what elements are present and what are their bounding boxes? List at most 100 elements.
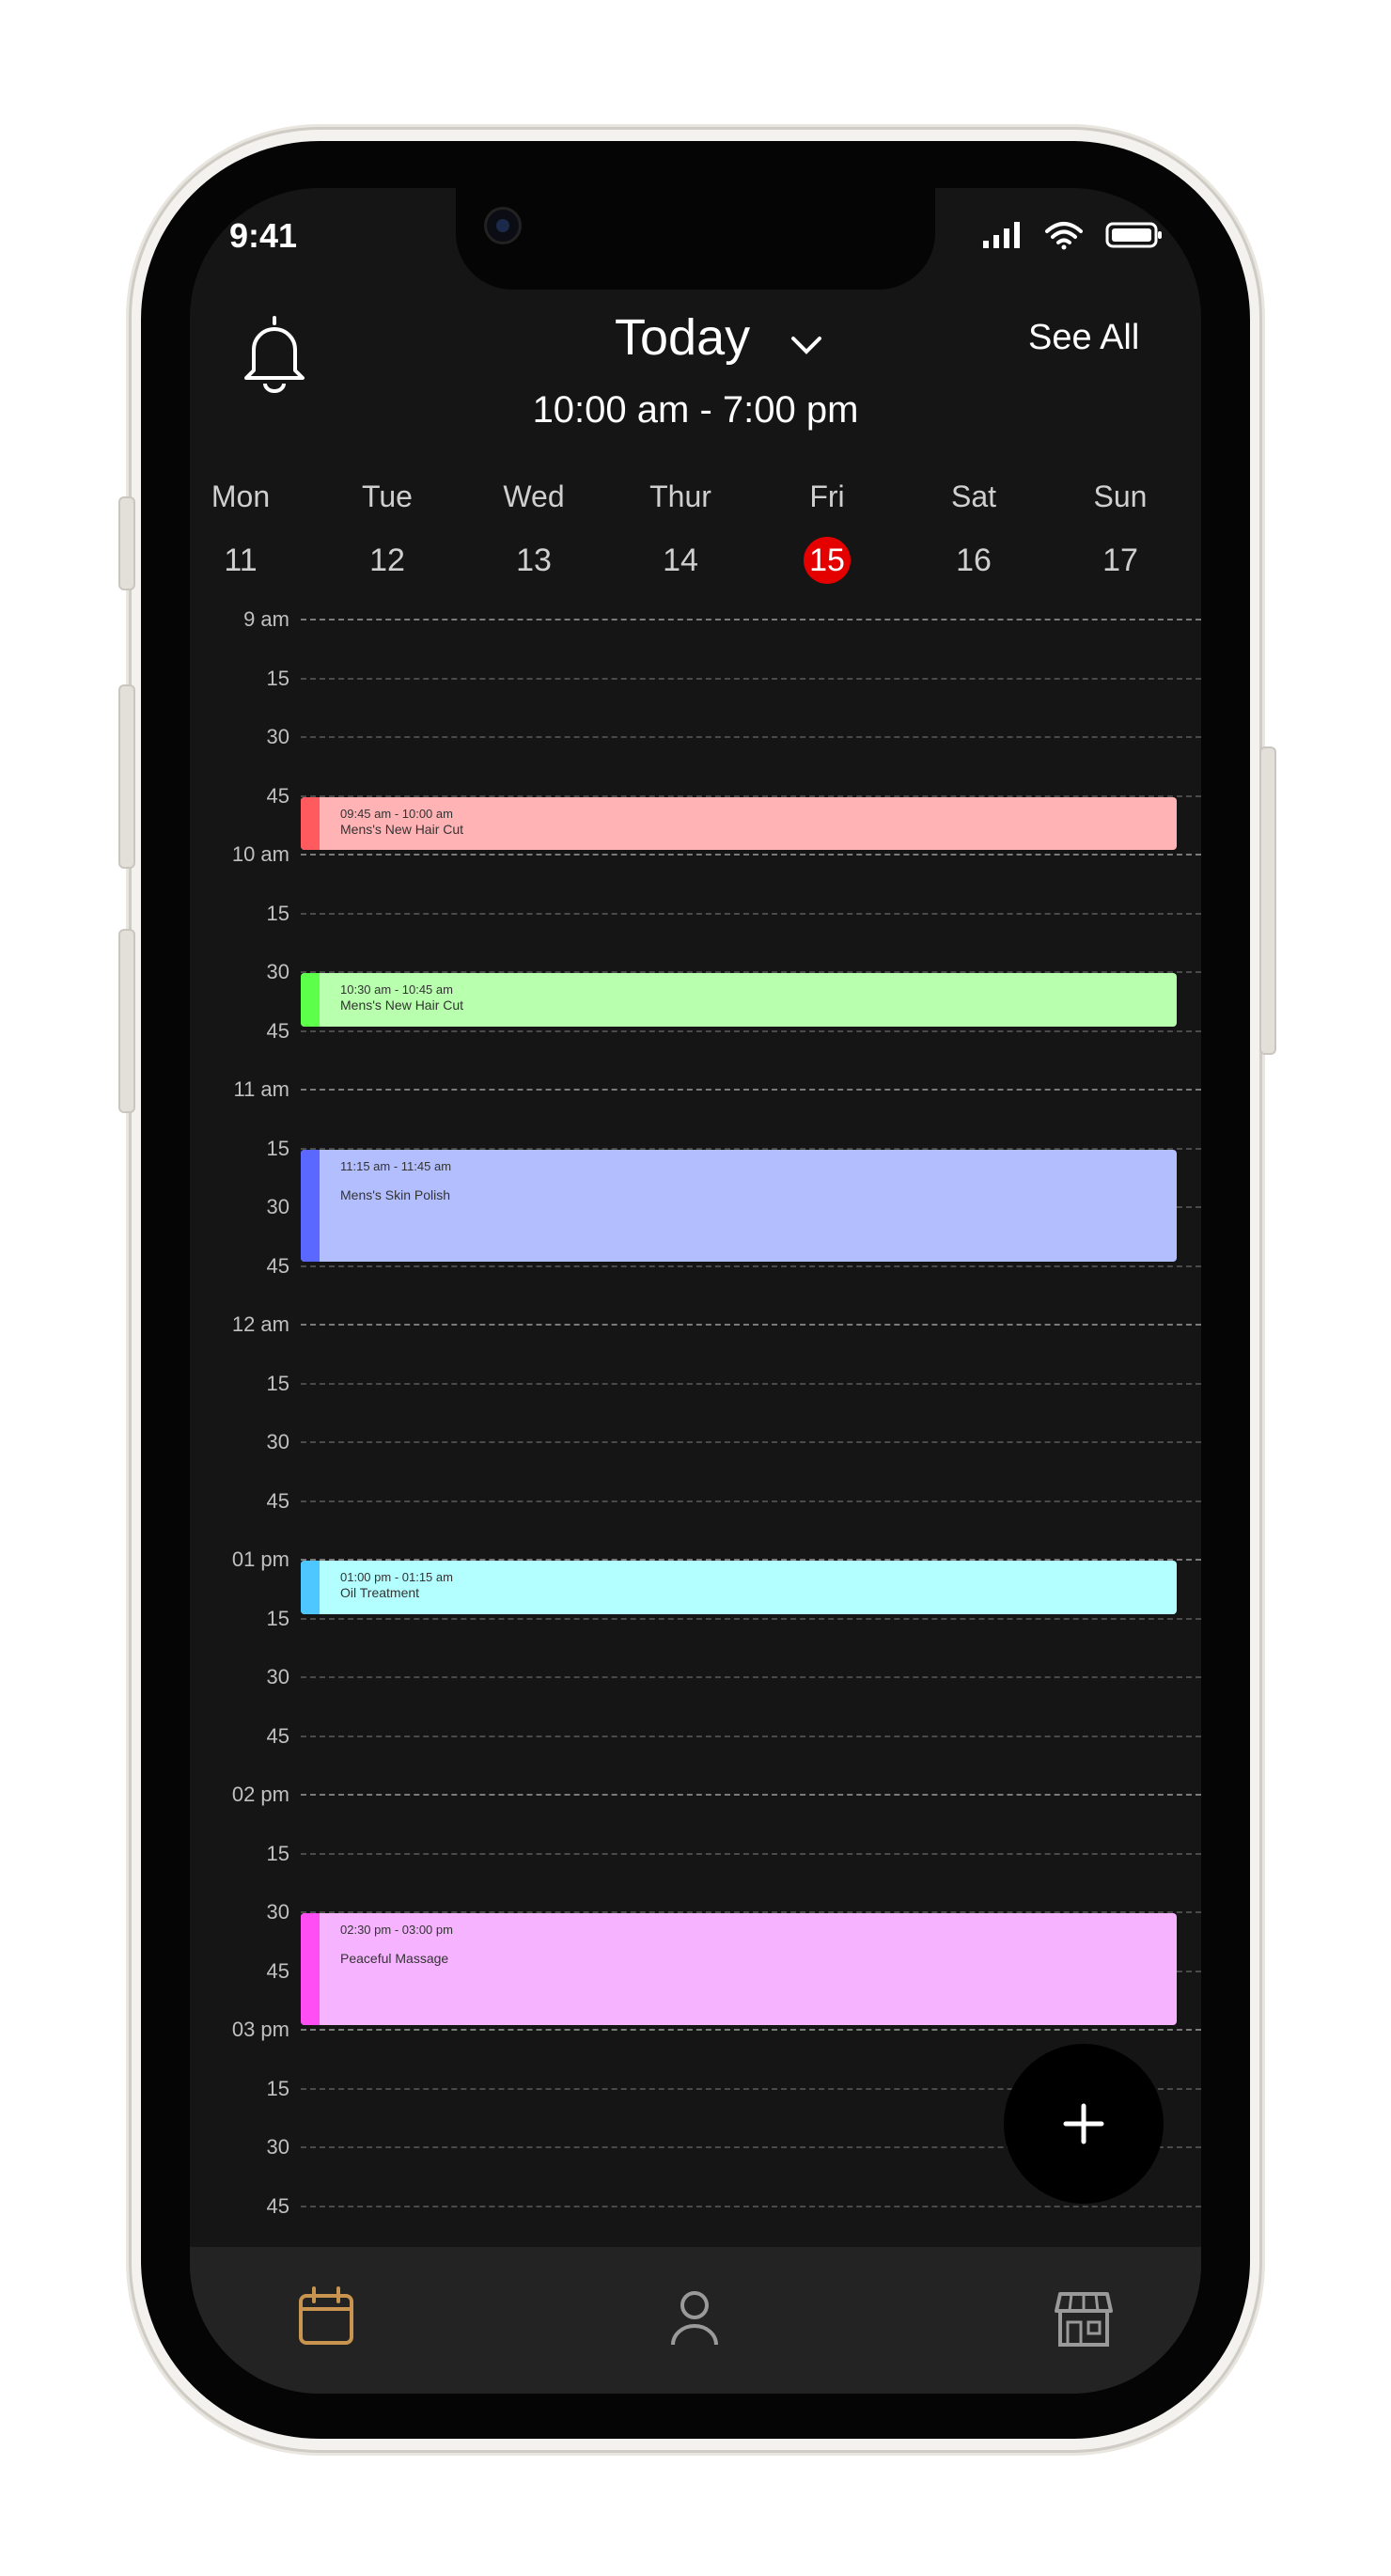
appointment-color-bar xyxy=(301,796,320,850)
appointment-card[interactable]: 11:15 am - 11:45 am Mens's Skin Polish xyxy=(301,1149,1177,1262)
appointment-title: Peaceful Massage xyxy=(340,1951,449,1966)
appointment-time: 09:45 am - 10:00 am xyxy=(340,806,453,821)
time-label: 30 xyxy=(266,725,289,748)
appointment-title: Mens's New Hair Cut xyxy=(340,821,464,837)
day-name: Fri xyxy=(809,479,845,513)
time-label: 45 xyxy=(266,1488,289,1513)
appointment-time: 10:30 am - 10:45 am xyxy=(340,982,453,997)
time-gridline xyxy=(301,1852,1201,1855)
time-slot: 30 xyxy=(190,1430,1201,1479)
time-slot: 45 xyxy=(190,1019,1201,1068)
time-label: 30 xyxy=(266,1430,289,1453)
day-number: 13 xyxy=(516,542,552,578)
chevron-down-icon[interactable] xyxy=(788,327,825,361)
day-wed[interactable]: Wed 13 xyxy=(477,479,590,584)
front-camera xyxy=(484,207,522,244)
appointment-card[interactable]: 02:30 pm - 03:00 pm Peaceful Massage xyxy=(301,1913,1177,2025)
time-slot: 15 xyxy=(190,1372,1201,1421)
add-appointment-button[interactable] xyxy=(1004,2044,1164,2204)
day-fri[interactable]: Fri 15 xyxy=(771,479,883,584)
calendar-icon[interactable] xyxy=(293,2285,359,2350)
time-slot: 45 xyxy=(190,1724,1201,1773)
appointment-time: 01:00 pm - 01:15 am xyxy=(340,1570,453,1584)
time-slot: 30 xyxy=(190,1665,1201,1714)
time-gridline xyxy=(301,736,1201,738)
time-label: 45 xyxy=(266,1018,289,1043)
day-sat[interactable]: Sat 16 xyxy=(917,479,1030,584)
day-mon[interactable]: Mon 11 xyxy=(190,479,297,584)
time-gridline xyxy=(301,1324,1201,1326)
time-gridline xyxy=(301,677,1201,680)
see-all-button[interactable]: See All xyxy=(1028,318,1139,358)
time-slot: 15 xyxy=(190,667,1201,715)
time-label: 01 pm xyxy=(231,1547,289,1571)
time-gridline xyxy=(301,1500,1201,1502)
time-label: 15 xyxy=(266,1841,289,1865)
time-label: 45 xyxy=(266,1723,289,1748)
time-gridline xyxy=(301,2029,1201,2031)
time-gridline xyxy=(301,1441,1201,1443)
appointment-title: Mens's Skin Polish xyxy=(340,1186,451,1202)
day-thur[interactable]: Thur 14 xyxy=(624,479,737,584)
time-label: 15 xyxy=(266,1606,289,1630)
appointment-card[interactable]: 09:45 am - 10:00 am Mens's New Hair Cut xyxy=(301,796,1177,850)
time-slot: 15 xyxy=(190,1607,1201,1656)
time-gridline xyxy=(301,1676,1201,1678)
day-number: 14 xyxy=(663,542,698,578)
day-tue[interactable]: Tue 12 xyxy=(331,479,444,584)
notch xyxy=(456,188,935,290)
appointment-color-bar xyxy=(301,1913,320,2025)
appointment-card[interactable]: 01:00 pm - 01:15 am Oil Treatment xyxy=(301,1561,1177,1614)
time-gridline xyxy=(301,619,1201,620)
day-number: 12 xyxy=(369,542,405,578)
time-slot: 45 xyxy=(190,1254,1201,1303)
time-gridline xyxy=(301,1264,1201,1267)
appointment-color-bar xyxy=(301,1561,320,1614)
time-gridline xyxy=(301,1735,1201,1737)
time-slot: 11 am xyxy=(190,1077,1201,1126)
appointment-color-bar xyxy=(301,1149,320,1262)
volume-down-button xyxy=(118,929,135,1113)
mute-switch xyxy=(118,496,135,590)
time-slot: 45 xyxy=(190,2194,1201,2243)
day-name: Wed xyxy=(503,479,565,513)
wifi-icon xyxy=(1045,222,1083,250)
day-name: Sun xyxy=(1093,479,1148,513)
time-label: 30 xyxy=(266,1665,289,1689)
bell-icon[interactable] xyxy=(237,310,312,395)
status-time: 9:41 xyxy=(229,216,298,255)
day-number-selected: 15 xyxy=(771,537,883,584)
time-slot: 12 am xyxy=(190,1312,1201,1361)
time-label: 02 pm xyxy=(231,1783,289,1806)
time-label: 12 am xyxy=(231,1312,289,1336)
time-label: 9 am xyxy=(243,607,289,631)
time-label: 15 xyxy=(266,2076,289,2100)
time-label: 15 xyxy=(266,1371,289,1395)
time-slot: 15 xyxy=(190,902,1201,950)
time-label: 30 xyxy=(266,960,289,983)
app-screen: 9:41 Today See All 10:00 am - 7:00 pm Mo… xyxy=(190,188,1201,2394)
appointment-card[interactable]: 10:30 am - 10:45 am Mens's New Hair Cut xyxy=(301,973,1177,1027)
day-number: 17 xyxy=(1102,542,1138,578)
day-sun[interactable]: Sun 17 xyxy=(1064,479,1177,584)
day-name: Mon xyxy=(211,479,271,513)
day-name: Thur xyxy=(649,479,711,513)
time-slot: 10 am xyxy=(190,842,1201,891)
appointment-title: Mens's New Hair Cut xyxy=(340,997,464,1013)
time-slot: 30 xyxy=(190,725,1201,774)
time-label: 45 xyxy=(266,1958,289,1983)
time-gridline xyxy=(301,2205,1201,2207)
plus-icon xyxy=(1063,2103,1104,2144)
appointment-time: 02:30 pm - 03:00 pm xyxy=(340,1923,453,1937)
appointment-color-bar xyxy=(301,973,320,1027)
battery-icon xyxy=(1105,222,1162,248)
time-label: 30 xyxy=(266,1195,289,1218)
week-strip: Mon 11 Tue 12 Wed 13 Thur 14 Fri 15 Sat … xyxy=(190,479,1201,592)
profile-icon[interactable] xyxy=(662,2285,727,2350)
time-label: 10 am xyxy=(231,842,289,866)
time-gridline xyxy=(301,854,1201,856)
store-icon[interactable] xyxy=(1051,2285,1117,2350)
appointment-title: Oil Treatment xyxy=(340,1585,420,1600)
date-selector-title[interactable]: Today xyxy=(615,308,750,367)
time-label: 45 xyxy=(266,1253,289,1278)
